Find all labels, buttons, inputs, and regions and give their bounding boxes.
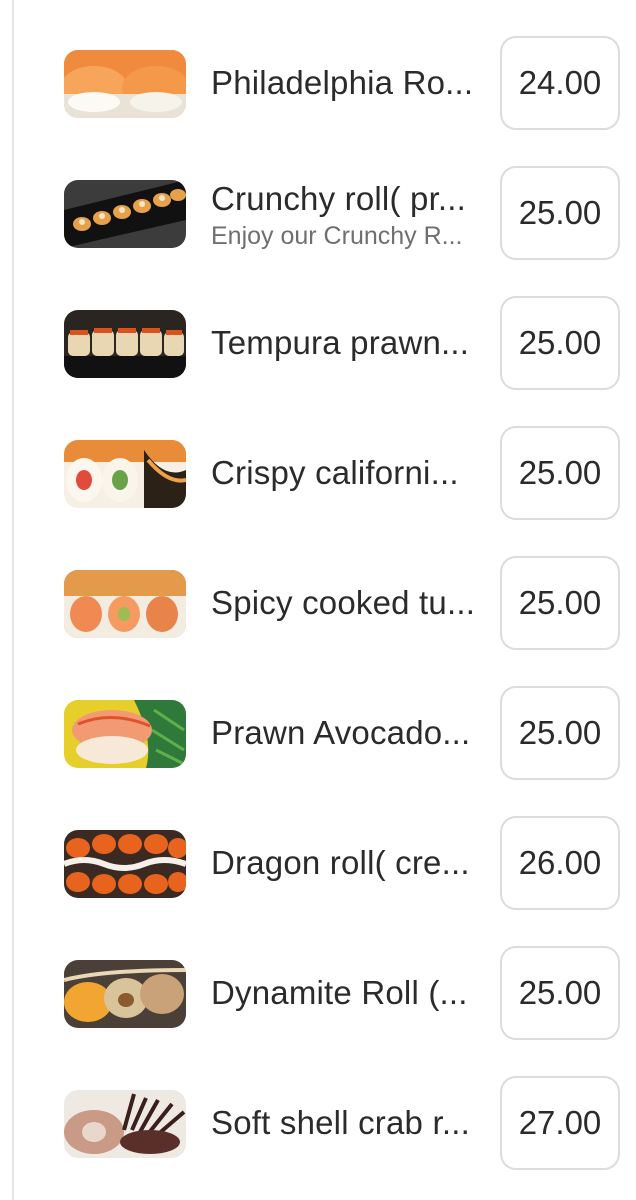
menu-item[interactable]: Dynamite Roll (... 25.00 (0, 930, 636, 1060)
item-photo (64, 50, 186, 118)
item-photo (64, 570, 186, 638)
menu-item[interactable]: Crunchy roll( pr... Enjoy our Crunchy R.… (0, 150, 636, 280)
item-price: 26.00 (518, 844, 602, 881)
item-price: 25.00 (518, 194, 602, 231)
dragon-roll-image (64, 830, 186, 898)
menu-item[interactable]: Dragon roll( cre... 26.00 (0, 800, 636, 930)
item-photo (64, 180, 186, 248)
item-name: Spicy cooked tu... (211, 584, 476, 621)
item-name: Soft shell crab r... (211, 1104, 470, 1141)
price-button[interactable]: 25.00 (500, 426, 620, 520)
tempura-prawn-roll-image (64, 310, 186, 378)
item-photo (64, 1090, 186, 1158)
item-name: Philadelphia Ro... (211, 64, 474, 101)
item-text: Crunchy roll( pr... Enjoy our Crunchy R.… (211, 180, 477, 251)
item-name: Dragon roll( cre... (211, 844, 470, 881)
item-photo (64, 960, 186, 1028)
menu-item[interactable]: Prawn Avocado... 25.00 (0, 670, 636, 800)
dynamite-roll-image (64, 960, 186, 1028)
item-price: 27.00 (518, 1104, 602, 1141)
price-button[interactable]: 25.00 (500, 556, 620, 650)
item-price: 25.00 (518, 324, 602, 361)
menu-item[interactable]: Crispy californi... 25.00 (0, 410, 636, 540)
price-button[interactable]: 25.00 (500, 296, 620, 390)
item-text: Spicy cooked tu... (211, 584, 477, 622)
item-text: Philadelphia Ro... (211, 64, 477, 102)
item-price: 25.00 (518, 974, 602, 1011)
menu-item[interactable]: Soft shell crab r... 27.00 (0, 1060, 636, 1190)
item-price: 24.00 (518, 64, 602, 101)
crunchy-roll-image (64, 180, 186, 248)
item-price: 25.00 (518, 584, 602, 621)
price-button[interactable]: 26.00 (500, 816, 620, 910)
menu-item[interactable]: Spicy cooked tu... 25.00 (0, 540, 636, 670)
item-photo (64, 700, 186, 768)
item-photo (64, 440, 186, 508)
price-button[interactable]: 25.00 (500, 686, 620, 780)
philadelphia-roll-image (64, 50, 186, 118)
price-button[interactable]: 25.00 (500, 166, 620, 260)
item-text: Crispy californi... (211, 454, 477, 492)
menu-item[interactable]: Philadelphia Ro... 24.00 (0, 20, 636, 150)
item-price: 25.00 (518, 714, 602, 751)
item-text: Dragon roll( cre... (211, 844, 477, 882)
item-text: Prawn Avocado... (211, 714, 477, 752)
soft-shell-crab-roll-image (64, 1090, 186, 1158)
item-name: Dynamite Roll (... (211, 974, 468, 1011)
item-photo (64, 830, 186, 898)
crispy-california-roll-image (64, 440, 186, 508)
item-photo (64, 310, 186, 378)
menu-item[interactable]: Tempura prawn... 25.00 (0, 280, 636, 410)
item-description: Enjoy our Crunchy R... (211, 222, 463, 250)
spicy-cooked-tuna-roll-image (64, 570, 186, 638)
prawn-avocado-roll-image (64, 700, 186, 768)
item-name: Crunchy roll( pr... (211, 180, 467, 217)
item-text: Dynamite Roll (... (211, 974, 477, 1012)
price-button[interactable]: 24.00 (500, 36, 620, 130)
item-name: Prawn Avocado... (211, 714, 471, 751)
item-name: Tempura prawn... (211, 324, 470, 361)
item-text: Tempura prawn... (211, 324, 477, 362)
item-text: Soft shell crab r... (211, 1104, 477, 1142)
price-button[interactable]: 25.00 (500, 946, 620, 1040)
menu-page: Philadelphia Ro... 24.00 Crunchy roll(p… (0, 0, 636, 1200)
item-name: Crispy californi... (211, 454, 459, 491)
item-price: 25.00 (518, 454, 602, 491)
price-button[interactable]: 27.00 (500, 1076, 620, 1170)
